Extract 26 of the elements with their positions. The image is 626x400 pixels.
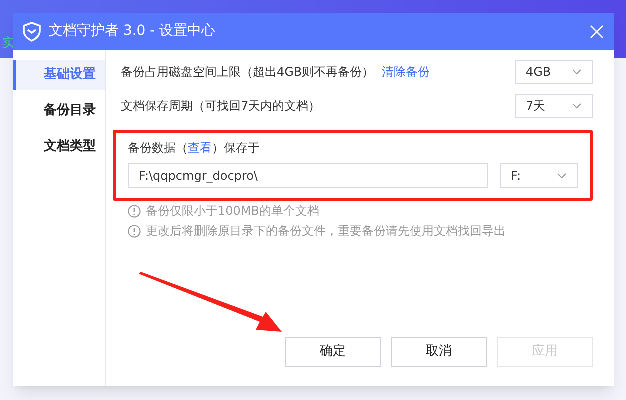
chevron-down-icon [572,103,582,109]
select-value: 7天 [526,98,546,115]
info-icon [128,224,141,238]
view-link[interactable]: 查看 [188,141,212,155]
chevron-down-icon [572,69,582,75]
close-icon[interactable] [590,24,604,38]
sidebar-item[interactable]: 文档类型 [13,132,105,162]
select-value: 4GB [526,64,552,81]
shield-icon [23,22,41,42]
setting-label: 备份占用磁盘空间上限（超出4GB则不再备份） [121,64,374,81]
chevron-down-icon [557,172,567,178]
window-title: 文档守护者 3.0 - 设置中心 [49,22,217,41]
dialog-button[interactable]: 确定 [285,337,381,367]
sidebar-item[interactable]: 基础设置 [13,60,105,90]
path-field[interactable]: F:\qqpcmgr_docpro\ [128,163,488,188]
backup-location-label: 备份数据（查看）保存于 [128,140,261,157]
clear-backup-link[interactable]: 清除备份 [382,63,430,81]
info-icon [128,204,141,218]
hint-text: 备份仅限小于100MB的单个文档 [146,203,320,220]
hint-text: 更改后将删除原目录下的备份文件，重要备份请先使用文档找回导出 [146,223,506,240]
dialog-button[interactable]: 取消 [391,337,487,367]
drive-select[interactable]: F: [500,163,578,188]
setting-label: 文档保存周期（可找回7天内的文档） [121,98,321,115]
sidebar-item[interactable]: 备份目录 [13,96,105,126]
dropdown-select[interactable]: 4GB [515,60,593,84]
dropdown-select[interactable]: 7天 [515,94,593,118]
